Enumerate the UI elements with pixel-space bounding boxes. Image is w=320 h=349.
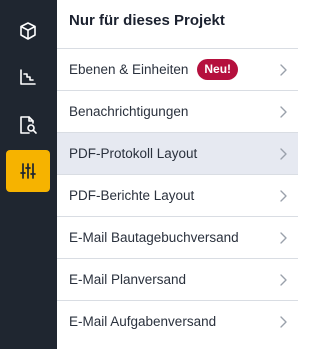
menu-item-email-planversand[interactable]: E-Mail Planversand (57, 258, 298, 300)
menu-item-benachrichtigungen[interactable]: Benachrichtigungen (57, 90, 298, 132)
chevron-right-icon (280, 273, 287, 286)
menu-item-label: Benachrichtigungen (69, 104, 189, 119)
settings-panel: Nur für dieses Projekt Ebenen & Einheite… (57, 0, 298, 349)
menu-item-ebenen-einheiten[interactable]: Ebenen & Einheiten Neu! (57, 48, 298, 90)
menu-item-email-bautagebuchversand[interactable]: E-Mail Bautagebuchversand (57, 216, 298, 258)
settings-menu: Ebenen & Einheiten Neu! Benachrichtigung… (57, 48, 298, 342)
chevron-right-icon (280, 147, 287, 160)
rail-button-3d-view[interactable] (6, 10, 50, 52)
rail-button-documents[interactable] (6, 104, 50, 146)
chevron-right-icon (280, 105, 287, 118)
chevron-right-icon (280, 189, 287, 202)
menu-item-label: PDF-Berichte Layout (69, 188, 195, 203)
rail-button-reports[interactable] (6, 56, 50, 98)
menu-item-label: E-Mail Aufgabenversand (69, 314, 217, 329)
cube-icon (20, 22, 36, 40)
document-search-icon (20, 116, 37, 134)
chevron-right-icon (280, 315, 287, 328)
icon-rail (0, 0, 57, 349)
menu-item-label: PDF-Protokoll Layout (69, 146, 198, 161)
chevron-right-icon (280, 231, 287, 244)
sliders-icon (20, 163, 36, 179)
menu-item-pdf-protokoll-layout[interactable]: PDF-Protokoll Layout (57, 132, 298, 174)
rail-button-settings[interactable] (6, 150, 50, 192)
chevron-right-icon (280, 63, 287, 76)
menu-item-email-aufgabenversand[interactable]: E-Mail Aufgabenversand (57, 300, 298, 342)
new-badge: Neu! (197, 59, 239, 80)
menu-item-label: Ebenen & Einheiten (69, 62, 189, 77)
menu-item-label: E-Mail Planversand (69, 272, 187, 287)
stairs-chart-icon (20, 69, 36, 85)
panel-title: Nur für dieses Projekt (69, 12, 225, 29)
menu-item-pdf-berichte-layout[interactable]: PDF-Berichte Layout (57, 174, 298, 216)
menu-item-label: E-Mail Bautagebuchversand (69, 230, 239, 245)
